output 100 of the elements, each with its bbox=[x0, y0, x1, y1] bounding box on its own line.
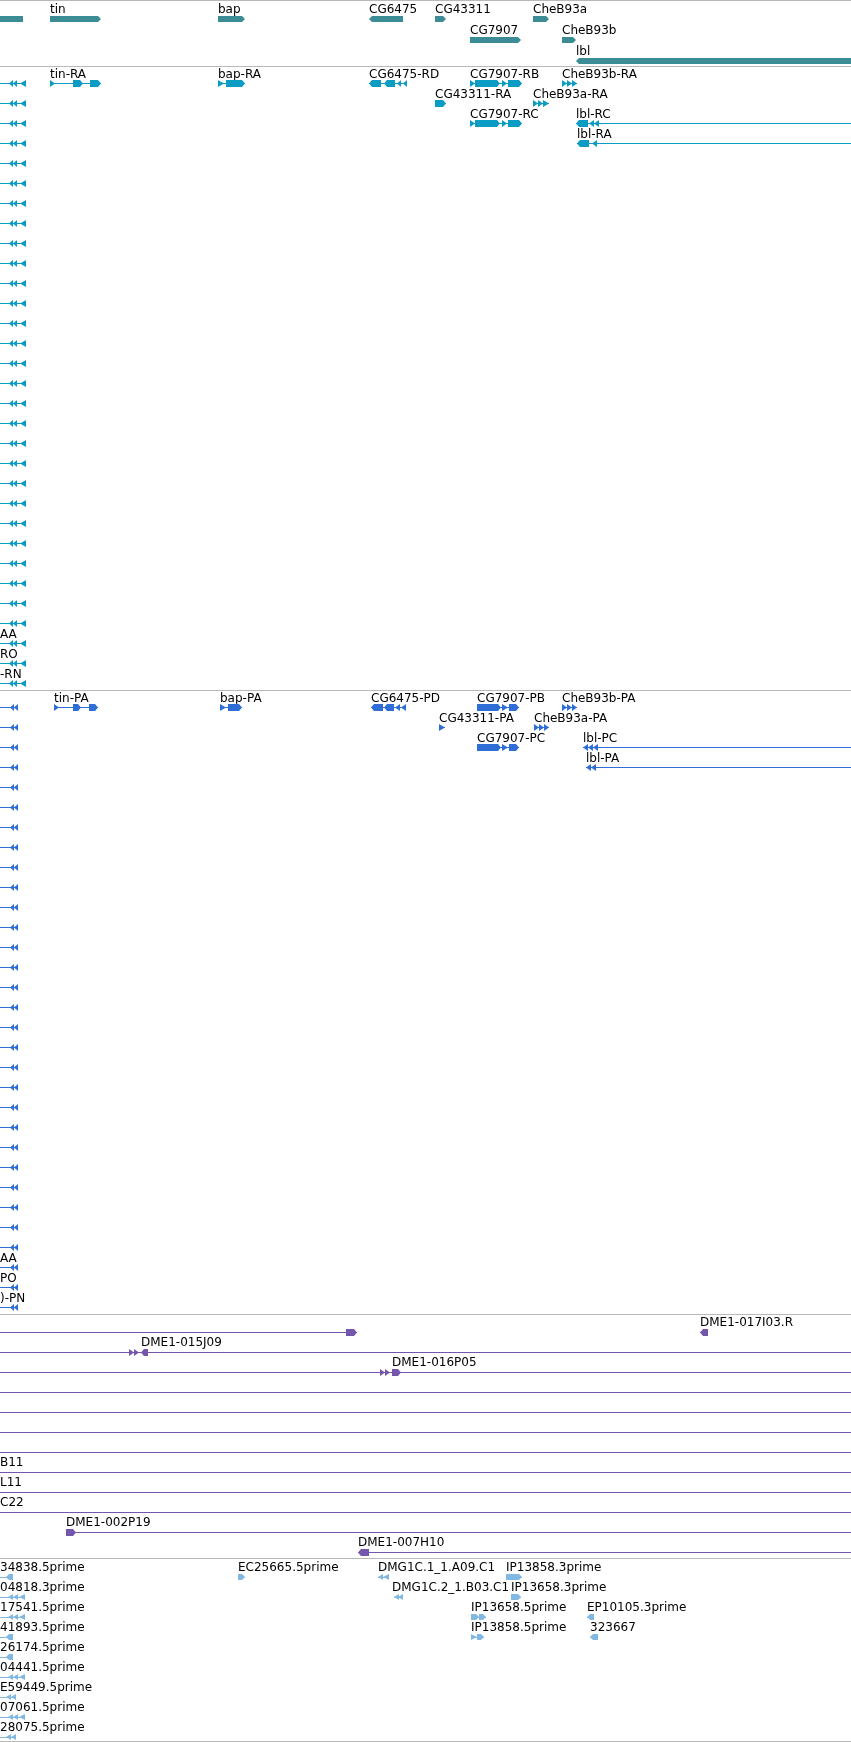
transcript-feature[interactable] bbox=[0, 140, 26, 147]
transcript-feature[interactable] bbox=[0, 580, 26, 587]
clone-feature[interactable] bbox=[0, 1349, 851, 1356]
clone-feature[interactable] bbox=[66, 1529, 851, 1536]
protein-feature[interactable] bbox=[0, 804, 18, 811]
gene-feature[interactable] bbox=[470, 37, 521, 43]
est-feature[interactable] bbox=[0, 1714, 25, 1720]
transcript-feature[interactable] bbox=[562, 80, 577, 87]
protein-feature[interactable] bbox=[0, 1124, 18, 1131]
protein-feature[interactable] bbox=[0, 1104, 18, 1111]
transcript-feature[interactable] bbox=[0, 400, 26, 407]
est-feature[interactable] bbox=[0, 1694, 16, 1700]
protein-feature[interactable] bbox=[0, 784, 18, 791]
protein-feature[interactable] bbox=[0, 1084, 18, 1091]
transcript-feature[interactable] bbox=[50, 80, 101, 87]
protein-feature[interactable] bbox=[0, 924, 18, 931]
protein-feature[interactable] bbox=[0, 904, 18, 911]
transcript-feature[interactable] bbox=[0, 420, 26, 427]
transcript-feature[interactable] bbox=[0, 280, 26, 287]
clone-feature[interactable] bbox=[700, 1329, 708, 1336]
protein-feature[interactable] bbox=[0, 704, 18, 711]
protein-feature[interactable] bbox=[0, 1164, 18, 1171]
protein-feature[interactable] bbox=[586, 764, 851, 771]
transcript-feature[interactable] bbox=[576, 120, 851, 127]
transcript-feature[interactable] bbox=[0, 560, 26, 567]
protein-feature[interactable] bbox=[0, 824, 18, 831]
protein-feature[interactable] bbox=[0, 1024, 18, 1031]
protein-feature[interactable] bbox=[0, 944, 18, 951]
transcript-feature[interactable] bbox=[0, 260, 26, 267]
transcript-feature[interactable] bbox=[0, 600, 26, 607]
transcript-feature[interactable] bbox=[435, 100, 446, 107]
gene-feature[interactable] bbox=[533, 16, 549, 22]
transcript-feature[interactable] bbox=[0, 660, 26, 667]
est-feature[interactable] bbox=[0, 1614, 25, 1620]
est-feature[interactable] bbox=[471, 1614, 486, 1620]
protein-feature[interactable] bbox=[0, 1044, 18, 1051]
est-feature[interactable] bbox=[471, 1634, 484, 1640]
clone-feature[interactable] bbox=[358, 1549, 851, 1556]
est-feature[interactable] bbox=[0, 1634, 13, 1640]
transcript-feature[interactable] bbox=[0, 160, 26, 167]
protein-feature[interactable] bbox=[0, 1264, 18, 1271]
transcript-feature[interactable] bbox=[0, 680, 26, 687]
protein-feature[interactable] bbox=[0, 1284, 18, 1291]
gene-feature[interactable] bbox=[369, 16, 403, 22]
protein-feature[interactable] bbox=[371, 704, 406, 711]
gene-feature[interactable] bbox=[218, 16, 245, 22]
est-feature[interactable] bbox=[506, 1574, 522, 1580]
protein-feature[interactable] bbox=[0, 964, 18, 971]
protein-feature[interactable] bbox=[0, 1184, 18, 1191]
protein-feature[interactable] bbox=[54, 704, 98, 711]
transcript-feature[interactable] bbox=[577, 140, 851, 147]
est-feature[interactable] bbox=[238, 1574, 245, 1580]
est-feature[interactable] bbox=[511, 1594, 521, 1600]
gene-feature[interactable] bbox=[435, 16, 446, 22]
transcript-feature[interactable] bbox=[0, 440, 26, 447]
est-feature[interactable] bbox=[587, 1614, 594, 1620]
protein-feature[interactable] bbox=[0, 1224, 18, 1231]
transcript-feature[interactable] bbox=[0, 200, 26, 207]
transcript-feature[interactable] bbox=[0, 540, 26, 547]
transcript-feature[interactable] bbox=[0, 480, 26, 487]
protein-feature[interactable] bbox=[0, 1004, 18, 1011]
transcript-feature[interactable] bbox=[0, 80, 26, 87]
protein-feature[interactable] bbox=[0, 744, 18, 751]
transcript-feature[interactable] bbox=[0, 520, 26, 527]
est-feature[interactable] bbox=[0, 1574, 13, 1580]
protein-feature[interactable] bbox=[0, 724, 18, 731]
protein-feature[interactable] bbox=[583, 744, 851, 751]
protein-feature[interactable] bbox=[0, 1144, 18, 1151]
protein-feature[interactable] bbox=[477, 704, 519, 711]
transcript-feature[interactable] bbox=[0, 180, 26, 187]
protein-feature[interactable] bbox=[439, 724, 445, 731]
protein-feature[interactable] bbox=[0, 844, 18, 851]
transcript-feature[interactable] bbox=[533, 100, 549, 107]
protein-feature[interactable] bbox=[220, 704, 242, 711]
est-feature[interactable] bbox=[0, 1734, 16, 1740]
est-feature[interactable] bbox=[0, 1654, 13, 1660]
gene-feature[interactable] bbox=[50, 16, 101, 22]
transcript-feature[interactable] bbox=[0, 340, 26, 347]
transcript-feature[interactable] bbox=[0, 320, 26, 327]
protein-feature[interactable] bbox=[0, 1064, 18, 1071]
protein-feature[interactable] bbox=[0, 764, 18, 771]
protein-feature[interactable] bbox=[0, 864, 18, 871]
transcript-feature[interactable] bbox=[0, 380, 26, 387]
transcript-feature[interactable] bbox=[470, 80, 522, 87]
transcript-feature[interactable] bbox=[218, 80, 245, 87]
clone-feature[interactable] bbox=[0, 1329, 357, 1336]
transcript-feature[interactable] bbox=[0, 460, 26, 467]
transcript-feature[interactable] bbox=[369, 80, 407, 87]
transcript-feature[interactable] bbox=[0, 240, 26, 247]
est-feature[interactable] bbox=[0, 1674, 25, 1680]
protein-feature[interactable] bbox=[0, 884, 18, 891]
protein-feature[interactable] bbox=[534, 724, 549, 731]
transcript-feature[interactable] bbox=[0, 300, 26, 307]
transcript-feature[interactable] bbox=[0, 220, 26, 227]
clone-feature[interactable] bbox=[0, 1369, 851, 1376]
transcript-feature[interactable] bbox=[0, 100, 26, 107]
protein-feature[interactable] bbox=[477, 744, 519, 751]
protein-feature[interactable] bbox=[562, 704, 577, 711]
est-feature[interactable] bbox=[394, 1594, 403, 1600]
transcript-feature[interactable] bbox=[470, 120, 522, 127]
